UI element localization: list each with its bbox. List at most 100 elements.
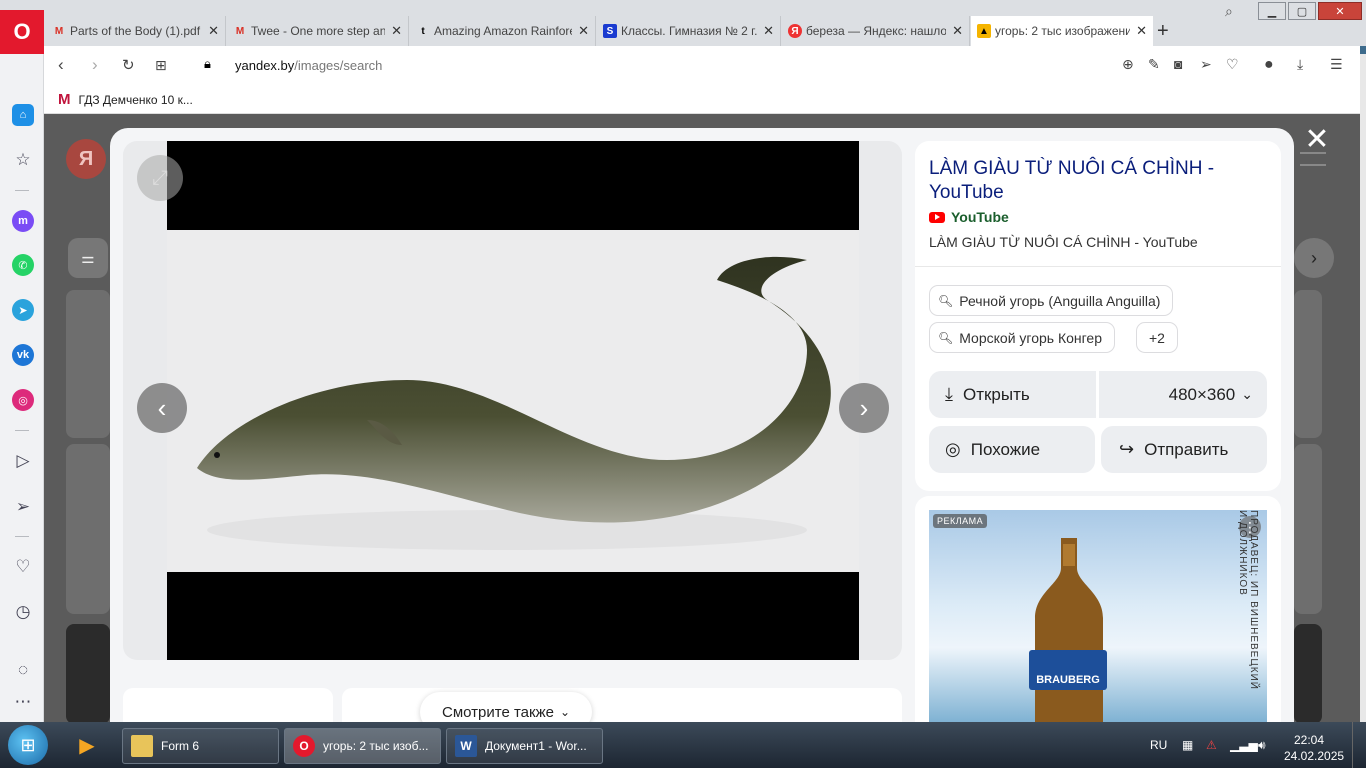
player-icon[interactable]: ▷ <box>12 450 34 472</box>
close-tab-icon[interactable]: ✕ <box>391 23 402 39</box>
network-icon[interactable]: ▦ <box>1182 738 1193 752</box>
open-button[interactable]: ⤓ Открыть <box>929 371 1096 418</box>
ad-image[interactable]: РЕКЛАМА ⋮ BRAUBERG ПРОДАВЕЦ: ИП ВИШНЕВЕЦ… <box>929 510 1267 722</box>
media-player-icon[interactable]: ▶ <box>70 728 104 762</box>
security-icon[interactable]: ⚠ <box>1206 738 1217 752</box>
expand-icon[interactable]: ⤢ <box>137 155 183 201</box>
size-select[interactable]: 480×360 ⌄ <box>1099 371 1267 418</box>
tab-3[interactable]: t Amazing Amazon Rainforest ✕ <box>410 16 596 46</box>
more-icon[interactable]: ⋯ <box>12 691 34 713</box>
history-icon[interactable]: ◷ <box>12 601 34 623</box>
share-button[interactable]: ↪ Отправить <box>1101 426 1267 473</box>
result-thumbnail[interactable] <box>1294 444 1322 614</box>
modal-close-icon[interactable]: ✕ <box>1302 123 1332 156</box>
messenger-icon[interactable]: m <box>12 210 34 232</box>
related-strip: Смотрите также ⌄ <box>123 688 902 722</box>
speed-dial-icon[interactable]: ⊞ <box>155 57 167 74</box>
tab-5[interactable]: Я береза — Яндекс: нашлось ✕ <box>782 16 970 46</box>
send-icon[interactable]: ➢ <box>12 496 34 518</box>
sidebar-divider <box>15 190 29 191</box>
close-tab-icon[interactable]: ✕ <box>578 23 589 39</box>
show-desktop-button[interactable] <box>1352 722 1366 768</box>
source-title-link[interactable]: LÀM GIÀU TỪ NUÔI CÁ CHÌNH - YouTube <box>929 157 1259 205</box>
taskbar-item-label: угорь: 2 тыс изоб... <box>323 739 429 753</box>
start-button[interactable]: ⊞ <box>8 725 48 765</box>
result-thumbnail[interactable] <box>66 624 110 722</box>
close-tab-icon[interactable]: ✕ <box>1136 23 1147 39</box>
maximize-button[interactable]: ▢ <box>1288 2 1316 20</box>
chevron-down-icon: ⌄ <box>1241 386 1253 402</box>
download-icon[interactable]: ⤓ <box>1297 56 1303 73</box>
home-icon[interactable]: ⌂ <box>12 104 34 126</box>
star-icon[interactable]: ☆ <box>12 149 34 171</box>
taskbar-item-word[interactable]: W Документ1 - Wor... <box>446 728 603 764</box>
heart-icon[interactable]: ♡ <box>1226 56 1239 73</box>
see-also-label: Смотрите также <box>442 703 554 721</box>
clock-date: 24.02.2025 <box>1284 749 1345 763</box>
taskbar-item-label: Документ1 - Wor... <box>485 739 587 753</box>
image-info-panel: LÀM GIÀU TỪ NUÔI CÁ CHÌNH - YouTube YouT… <box>915 141 1281 491</box>
heart-icon[interactable]: ♡ <box>12 556 34 578</box>
youtube-icon <box>929 211 945 223</box>
telegram-icon[interactable]: ➤ <box>12 299 34 321</box>
instagram-icon[interactable]: ◎ <box>12 389 34 411</box>
bookmark-item[interactable]: M ГДЗ Демченко 10 к... <box>58 91 193 108</box>
volume-icon[interactable]: 🔊︎ <box>1258 738 1266 753</box>
tab-2[interactable]: M Twee - One more step and ✕ <box>227 16 409 46</box>
result-thumbnail[interactable] <box>66 290 110 438</box>
extensions-icon[interactable]: ◌ <box>12 659 34 681</box>
easy-setup-icon[interactable]: ☰ <box>1330 56 1343 73</box>
whatsapp-icon[interactable]: ✆ <box>12 254 34 276</box>
tag-chip[interactable]: 🔍︎ Речной угорь (Anguilla Anguilla) <box>929 285 1174 316</box>
previous-image-button[interactable]: ‹ <box>137 383 187 433</box>
next-page-icon[interactable]: › <box>1294 238 1334 278</box>
more-tags-chip[interactable]: +2 <box>1136 322 1178 353</box>
yandex-logo[interactable]: Я <box>66 139 106 179</box>
sidebar-divider <box>15 536 29 537</box>
edit-icon[interactable]: ✎ <box>1148 56 1160 73</box>
forward-icon[interactable]: › <box>92 55 98 75</box>
close-tab-icon[interactable]: ✕ <box>208 23 219 39</box>
new-tab-button[interactable]: + <box>1157 20 1169 43</box>
close-tab-icon[interactable]: ✕ <box>763 23 774 39</box>
result-thumbnail[interactable] <box>1294 624 1322 722</box>
next-image-button[interactable]: › <box>839 383 889 433</box>
source-description: LÀM GIÀU TỪ NUÔI CÁ CHÌNH - YouTube <box>929 234 1198 250</box>
vk-icon[interactable]: vk <box>12 344 34 366</box>
url-field[interactable]: yandex.by/images/search <box>235 58 382 73</box>
tab-4[interactable]: S Классы. Гимназия № 2 г. ✕ <box>597 16 781 46</box>
opera-menu-button[interactable]: O <box>0 10 44 54</box>
page-scrollbar[interactable] <box>1360 54 1366 722</box>
tab-1[interactable]: M Parts of the Body (1).pdf ✕ <box>46 16 226 46</box>
send-icon[interactable]: ➢ <box>1200 56 1212 73</box>
camera-icon[interactable]: ◙ <box>1174 56 1182 72</box>
advertisement-card[interactable]: РЕКЛАМА ⋮ BRAUBERG ПРОДАВЕЦ: ИП ВИШНЕВЕЦ… <box>915 496 1281 722</box>
reload-icon[interactable]: ↻ <box>122 56 135 74</box>
taskbar-item-explorer[interactable]: Form 6 <box>122 728 279 764</box>
zoom-icon[interactable]: ⊕ <box>1122 56 1134 73</box>
window-controls: ▁ ▢ ✕ <box>1256 2 1362 20</box>
tab-search-icon[interactable]: ⌕ <box>1225 3 1233 20</box>
language-indicator[interactable]: RU <box>1150 738 1167 752</box>
chip-label: +2 <box>1149 329 1165 346</box>
signal-icon[interactable]: ▁▃▅ <box>1230 738 1258 752</box>
tab-6-active[interactable]: ▲ угорь: 2 тыс изображений ✕ <box>971 16 1153 46</box>
filter-icon[interactable]: ⚌ <box>68 238 108 278</box>
related-card[interactable] <box>123 688 333 722</box>
minimize-button[interactable]: ▁ <box>1258 2 1286 20</box>
source-link[interactable]: YouTube <box>929 209 1009 225</box>
taskbar-item-opera[interactable]: O угорь: 2 тыс изоб... <box>284 728 441 764</box>
preview-image[interactable] <box>167 141 859 660</box>
result-thumbnail[interactable] <box>1294 290 1322 438</box>
similar-button[interactable]: ◎ Похожие <box>929 426 1095 473</box>
result-thumbnail[interactable] <box>66 444 110 614</box>
tag-chip[interactable]: 🔍︎ Морской угорь Конгер <box>929 322 1116 353</box>
window-close-button[interactable]: ✕ <box>1318 2 1362 20</box>
yandex-images-icon: ▲ <box>977 24 991 38</box>
panel-divider <box>915 266 1281 267</box>
profile-icon[interactable]: ● <box>1264 56 1274 74</box>
back-icon[interactable]: ‹ <box>58 55 64 75</box>
clock[interactable]: 22:04 24.02.2025 <box>1284 732 1345 764</box>
close-tab-icon[interactable]: ✕ <box>952 23 963 39</box>
see-also-button[interactable]: Смотрите также ⌄ <box>420 692 593 722</box>
